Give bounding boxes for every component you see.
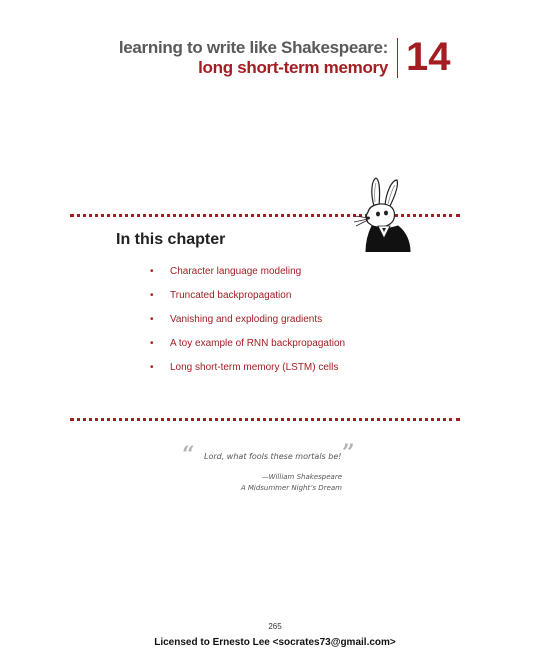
chapter-title: learning to write like Shakespeare: long… — [119, 38, 388, 78]
list-item: • A toy example of RNN backpropagation — [150, 338, 345, 362]
bullet-icon: • — [150, 362, 154, 373]
close-quote-icon: ” — [342, 440, 355, 466]
list-item: • Truncated backpropagation — [150, 290, 345, 314]
open-quote-icon: “ — [182, 442, 195, 468]
bullet-icon: • — [150, 314, 154, 325]
epigraph-attribution: —William Shakespeare A Midsummer Night’s… — [241, 472, 342, 494]
list-item: • Vanishing and exploding gradients — [150, 314, 345, 338]
topic-label: Long short-term memory (LSTM) cells — [170, 362, 339, 373]
chapter-topics-list: • Character language modeling • Truncate… — [150, 266, 345, 386]
license-notice: Licensed to Ernesto Lee <socrates73@gmai… — [154, 637, 396, 648]
bullet-icon: • — [150, 266, 154, 277]
rabbit-mascot-icon — [353, 177, 411, 252]
section-heading: In this chapter — [116, 231, 226, 248]
page-number: 265 — [268, 622, 282, 631]
chapter-title-line-2: long short-term memory — [198, 58, 388, 77]
list-item: • Character language modeling — [150, 266, 345, 290]
chapter-title-line-1: learning to write like Shakespeare: — [118, 38, 388, 57]
epigraph-author: —William Shakespeare — [261, 473, 342, 481]
epigraph-text: Lord, what fools these mortals be! — [204, 452, 342, 461]
chapter-number: 14 — [406, 35, 451, 79]
epigraph: “ Lord, what fools these mortals be! ” —… — [180, 440, 370, 500]
chapter-header: learning to write like Shakespeare: long… — [0, 35, 550, 79]
topic-label: Vanishing and exploding gradients — [170, 314, 323, 325]
epigraph-work: A Midsummer Night’s Dream — [240, 484, 342, 492]
bullet-icon: • — [150, 290, 154, 301]
topic-label: Character language modeling — [170, 266, 302, 277]
bottom-dotted-divider — [70, 418, 460, 421]
list-item: • Long short-term memory (LSTM) cells — [150, 362, 345, 386]
topic-label: Truncated backpropagation — [170, 290, 292, 301]
bullet-icon: • — [150, 338, 154, 349]
topic-label: A toy example of RNN backpropagation — [170, 338, 346, 349]
header-divider — [397, 38, 398, 78]
